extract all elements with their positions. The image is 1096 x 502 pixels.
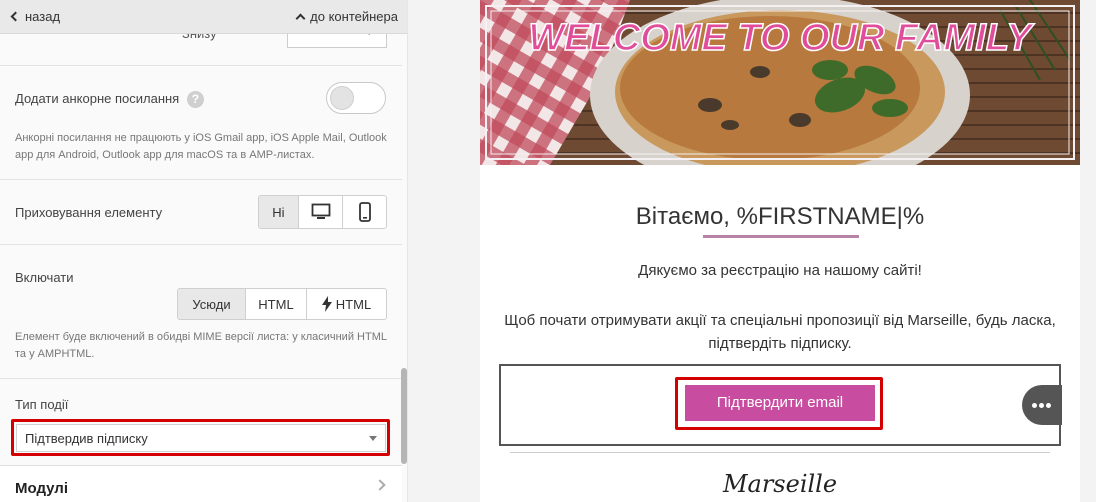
body-text: Щоб почати отримувати акції та спеціальн… [504, 312, 1056, 352]
highlight-event-select [11, 419, 390, 456]
to-container-label: до контейнера [310, 9, 398, 24]
anchor-hint: Анкорні посилання не працюють у iOS Gmai… [15, 132, 387, 161]
modules-section[interactable]: Модулі [0, 465, 402, 502]
hide-label: Приховування елементу [15, 205, 163, 220]
modules-label: Модулі [15, 480, 69, 497]
thanks-text: Дякуємо за реєстрацію на нашому сайті! [638, 262, 922, 279]
divider [0, 179, 402, 180]
hide-option-desktop[interactable] [297, 196, 343, 228]
hide-option-none[interactable]: Ні [259, 196, 298, 228]
greeting-heading: Вітаємо, %FIRSTNAME|% [635, 203, 925, 230]
hide-segmented-control: Ні [258, 195, 387, 229]
back-button[interactable]: назад [10, 9, 61, 24]
divider [0, 65, 402, 66]
anchor-label: Додати анкорне посилання ? [15, 91, 204, 109]
more-dot [1046, 403, 1051, 408]
chevron-left-icon [10, 11, 21, 22]
include-hint: Елемент буде включений в обидві MIME вер… [15, 331, 387, 360]
panel-topbar: назад до контейнера [0, 0, 407, 34]
hide-option-mobile[interactable] [342, 196, 386, 228]
more-options-button[interactable] [1022, 385, 1062, 425]
to-container-button[interactable]: до контейнера [295, 9, 398, 24]
footer-divider [510, 452, 1050, 453]
heading-underline [703, 235, 859, 238]
chevron-up-icon [295, 13, 306, 24]
include-label: Включати [15, 270, 74, 285]
help-icon[interactable]: ? [186, 91, 204, 109]
include-option-everywhere[interactable]: Усюди [178, 289, 245, 319]
anchor-toggle[interactable] [326, 82, 386, 114]
mobile-icon [358, 202, 371, 222]
confirm-email-button[interactable]: Підтвердити email [685, 385, 875, 421]
settings-panel: Знизу − 20 + Додати анкорне посилання ? … [0, 0, 408, 502]
lightning-icon [321, 296, 332, 312]
amphtml-label: HTML [335, 296, 372, 312]
hero-banner[interactable]: WELCOME TO OUR FAMILY [480, 0, 1080, 165]
hero-image: WELCOME TO OUR FAMILY [480, 0, 1080, 165]
divider [0, 244, 402, 245]
anchor-label-text: Додати анкорне посилання [15, 91, 180, 106]
more-dot [1032, 403, 1037, 408]
back-label: назад [25, 9, 61, 24]
include-option-html[interactable]: HTML [245, 289, 306, 319]
include-option-amphtml[interactable]: HTML [306, 289, 386, 319]
chevron-right-icon [374, 479, 386, 491]
toggle-knob [330, 86, 354, 110]
panel-scrollbar[interactable] [401, 368, 407, 464]
more-dot [1039, 403, 1044, 408]
brand-logo: Marseille [722, 470, 838, 498]
event-type-label: Тип події [15, 397, 69, 412]
divider [0, 378, 402, 379]
hero-text: WELCOME TO OUR FAMILY [528, 17, 1035, 59]
email-body: WELCOME TO OUR FAMILY Вітаємо, %FIRSTNAM… [480, 0, 1080, 502]
desktop-icon [311, 203, 330, 219]
include-segmented-control: Усюди HTML HTML [177, 288, 387, 320]
email-preview: WELCOME TO OUR FAMILY Вітаємо, %FIRSTNAM… [409, 0, 1096, 502]
